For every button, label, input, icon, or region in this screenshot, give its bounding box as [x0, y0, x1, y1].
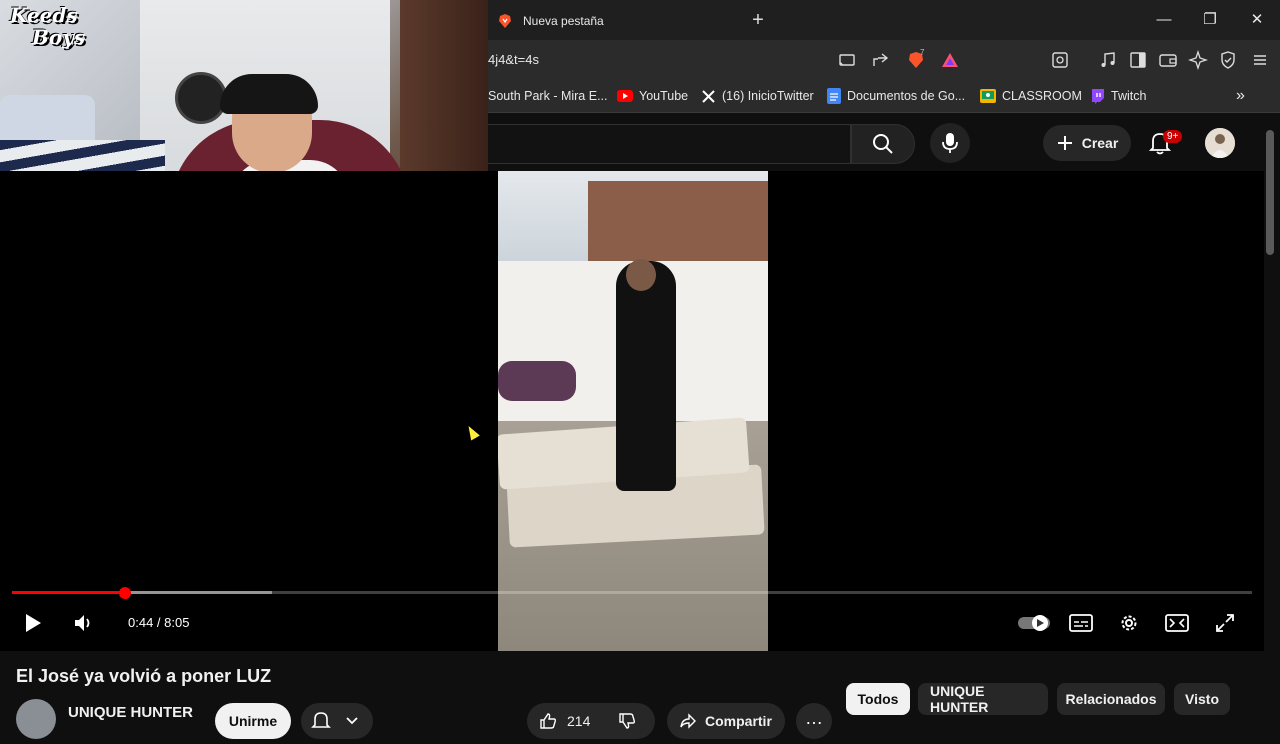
restore-button[interactable]: ❐ [1190, 6, 1230, 34]
share-label: Compartir [705, 713, 772, 729]
scrubber-handle[interactable] [118, 587, 131, 599]
search-input[interactable] [488, 124, 851, 164]
theater-mode-button[interactable] [1162, 608, 1192, 638]
logo-line2: Boys [32, 25, 86, 49]
autoplay-toggle-icon [1018, 615, 1050, 631]
video-man-head [626, 259, 656, 291]
like-count: 214 [567, 713, 591, 729]
volume-button[interactable] [68, 608, 98, 638]
bookmark-twitter[interactable]: (16) InicioTwitter [701, 86, 814, 106]
chip-relacionados[interactable]: Relacionados [1057, 683, 1165, 715]
share-button[interactable]: Compartir [667, 703, 785, 739]
leo-ai-icon[interactable] [1188, 50, 1208, 70]
classroom-icon [980, 89, 996, 103]
like-button[interactable]: 214 [527, 703, 655, 739]
more-actions-button[interactable]: … [796, 703, 832, 739]
video-title: El José ya volvió a poner LUZ [16, 666, 272, 686]
channel-name[interactable]: UNIQUE HUNTER [68, 704, 193, 721]
join-button[interactable]: Unirme [215, 703, 291, 739]
close-window-button[interactable]: ✕ [1237, 6, 1277, 34]
account-avatar[interactable] [1205, 128, 1235, 158]
microphone-icon [942, 133, 958, 153]
channel-logo: Keeds Boys [10, 4, 100, 70]
brave-icon [499, 14, 511, 28]
share-page-icon[interactable] [870, 50, 890, 70]
logo-line1: Keeds [10, 3, 78, 27]
avatar-image [1205, 128, 1235, 158]
subtitles-icon [1069, 614, 1093, 632]
bookmark-google-docs[interactable]: Documentos de Go... [827, 86, 965, 106]
search-icon [873, 134, 893, 154]
tab-title: Nueva pestaña [523, 14, 604, 28]
video-man [616, 261, 676, 491]
twitch-icon [1092, 89, 1104, 104]
gear-icon [1121, 615, 1137, 631]
subscription-bell-button[interactable] [301, 703, 373, 739]
time-display: 0:44 / 8:05 [128, 615, 190, 630]
create-label: Crear [1081, 135, 1119, 151]
new-tab-button[interactable]: + [748, 8, 768, 32]
bookmark-label: YouTube [639, 89, 689, 103]
chip-todos[interactable]: Todos [846, 683, 910, 715]
fullscreen-button[interactable] [1210, 608, 1240, 638]
page-scrollbar[interactable] [1266, 130, 1274, 255]
cast-icon[interactable] [837, 50, 857, 70]
vpn-icon[interactable] [1218, 50, 1238, 70]
chip-unique-hunter[interactable]: UNIQUE HUNTER [918, 683, 1048, 715]
thumbs-down-icon[interactable] [618, 712, 636, 730]
youtube-icon [617, 90, 633, 102]
bookmark-label: Documentos de Go... [847, 89, 966, 103]
media-controls-icon[interactable] [1098, 50, 1118, 70]
play-icon [26, 614, 41, 632]
notification-count-badge: 9+ [1163, 130, 1183, 143]
docs-icon [827, 88, 841, 104]
bookmark-twitch[interactable]: Twitch [1090, 86, 1146, 106]
minimize-button[interactable]: — [1144, 6, 1184, 34]
fullscreen-icon [1216, 614, 1234, 632]
url-field[interactable]: 4j4&t=4s [488, 52, 608, 70]
bookmarks-overflow-button[interactable]: » [1236, 86, 1245, 106]
video-frame [498, 171, 768, 651]
autoplay-toggle[interactable] [1018, 608, 1050, 638]
channel-avatar[interactable] [16, 699, 56, 739]
volume-icon [75, 615, 90, 631]
brave-rewards-icon[interactable] [940, 50, 960, 70]
bookmark-southpark[interactable]: South Park - Mira E... [488, 86, 607, 106]
wallet-icon[interactable] [1158, 50, 1178, 70]
progress-played [12, 591, 125, 594]
share-arrow-icon [680, 713, 696, 729]
create-button[interactable]: Crear [1043, 125, 1131, 161]
bell-chevron-icon [311, 712, 358, 728]
theater-mode-icon [1165, 614, 1189, 632]
bookmark-youtube[interactable]: YouTube [617, 86, 688, 106]
chip-visto[interactable]: Visto [1174, 683, 1230, 715]
browser-tab[interactable]: Nueva pestaña [497, 6, 742, 36]
plus-icon [1057, 136, 1072, 150]
settings-button[interactable] [1114, 608, 1144, 638]
video-blanket-pile [498, 361, 576, 401]
webcam-streamer-cap [220, 74, 318, 114]
shields-count: 7 [920, 48, 925, 57]
x-icon [702, 89, 715, 103]
search-button[interactable] [851, 124, 915, 164]
thumbs-up-icon [540, 713, 557, 729]
bookmark-classroom[interactable]: CLASSROOM [980, 86, 1082, 106]
menu-icon[interactable] [1250, 50, 1270, 70]
webcam-fan [175, 72, 227, 124]
play-button[interactable] [18, 608, 48, 638]
bookmark-label: (16) InicioTwitter [722, 89, 814, 103]
bookmark-label: CLASSROOM [1002, 89, 1082, 103]
voice-search-button[interactable] [930, 123, 970, 163]
subtitles-button[interactable] [1066, 608, 1096, 638]
sidebar-icon[interactable] [1128, 50, 1148, 70]
bookmark-label: Twitch [1111, 89, 1147, 103]
bookmark-label: South Park - Mira E... [488, 89, 608, 103]
reader-mode-icon[interactable] [1050, 50, 1070, 70]
